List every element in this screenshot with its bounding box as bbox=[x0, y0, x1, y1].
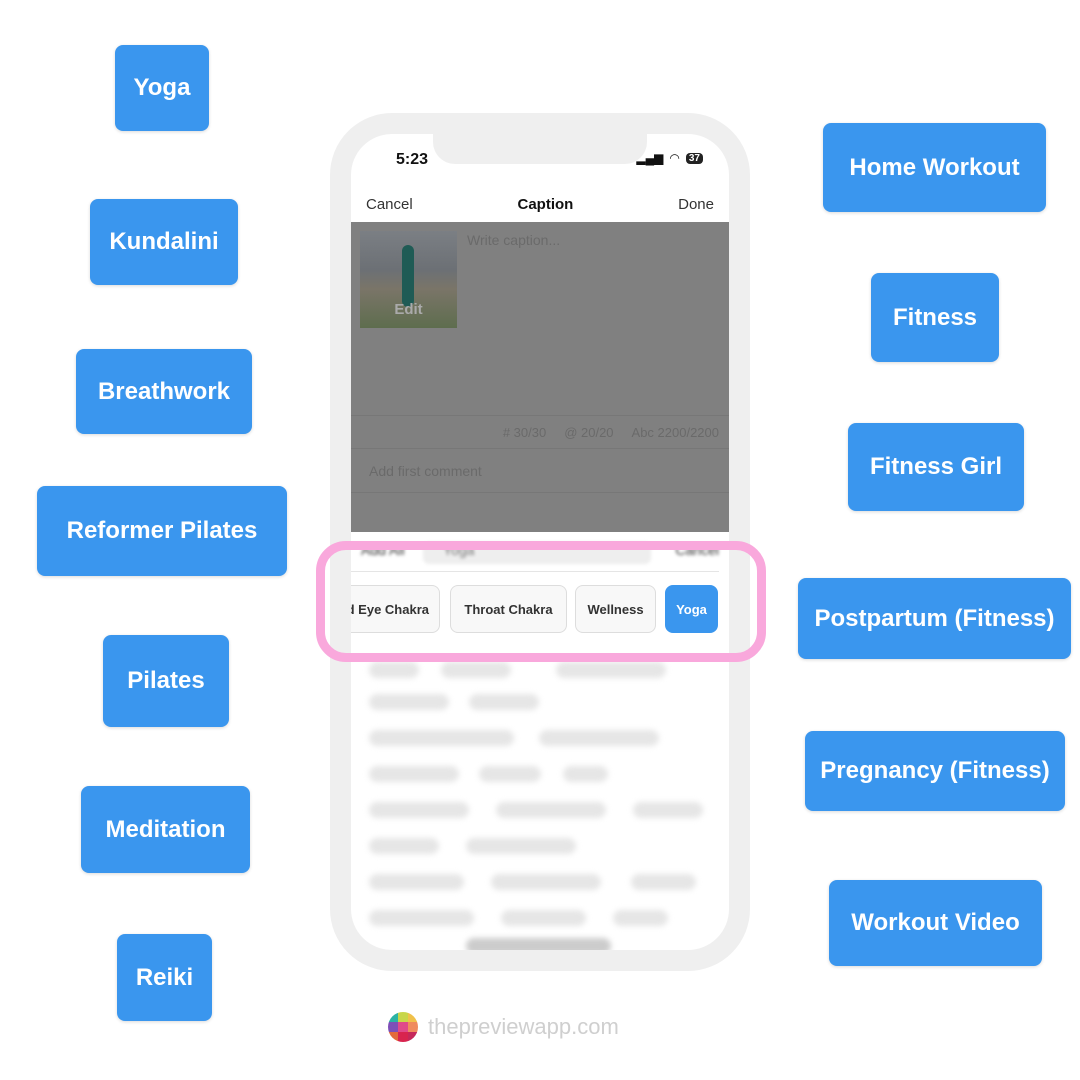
tag-kundalini: Kundalini bbox=[90, 199, 238, 285]
tag-fitness-girl: Fitness Girl bbox=[848, 423, 1024, 511]
edit-label: Edit bbox=[394, 301, 423, 318]
battery-icon: 37 bbox=[685, 152, 703, 164]
preview-app-logo bbox=[388, 1012, 418, 1042]
status-time: 5:23 bbox=[396, 151, 429, 168]
page-title: Caption bbox=[517, 195, 574, 213]
mention-count: @ 20/20 bbox=[564, 424, 614, 440]
caption-input[interactable]: Write caption... bbox=[467, 232, 560, 248]
tag-breathwork: Breathwork bbox=[76, 349, 252, 434]
char-count: Abc 2200/2200 bbox=[631, 424, 719, 440]
dimmed-editor: Edit Write caption... # 30/30 @ 20/20 Ab… bbox=[351, 222, 729, 532]
tag-home-workout: Home Workout bbox=[823, 123, 1046, 212]
tag-fitness: Fitness bbox=[871, 273, 999, 362]
wifi-icon: ◠ bbox=[669, 151, 680, 165]
cancel-button[interactable]: Cancel bbox=[366, 196, 413, 213]
footer-url: thepreviewapp.com bbox=[428, 1014, 619, 1039]
tag-yoga: Yoga bbox=[115, 45, 209, 131]
post-thumbnail[interactable]: Edit bbox=[360, 231, 457, 328]
footer-brand: thepreviewapp.com bbox=[388, 1012, 619, 1042]
notch bbox=[433, 134, 647, 164]
hashtag-count: # 30/30 bbox=[502, 424, 547, 440]
counters: # 30/30 @ 20/20 Abc 2200/2200 bbox=[351, 415, 729, 449]
tag-pilates: Pilates bbox=[103, 635, 229, 727]
tag-meditation: Meditation bbox=[81, 786, 250, 873]
status-icons: ▂▄▆ ◠ 37 bbox=[636, 151, 703, 165]
nav-bar: Cancel Caption Done bbox=[351, 186, 729, 222]
tag-reiki: Reiki bbox=[117, 934, 212, 1021]
tag-workout-video: Workout Video bbox=[829, 880, 1042, 966]
signal-icon: ▂▄▆ bbox=[636, 151, 664, 165]
highlight-outline bbox=[316, 541, 766, 662]
tag-pregnancy: Pregnancy (Fitness) bbox=[805, 731, 1065, 811]
tag-reformer-pilates: Reformer Pilates bbox=[37, 486, 287, 576]
first-comment-input[interactable]: Add first comment bbox=[351, 449, 729, 493]
tag-postpartum: Postpartum (Fitness) bbox=[798, 578, 1071, 659]
yoga-figure bbox=[402, 245, 414, 307]
done-button[interactable]: Done bbox=[678, 196, 714, 213]
